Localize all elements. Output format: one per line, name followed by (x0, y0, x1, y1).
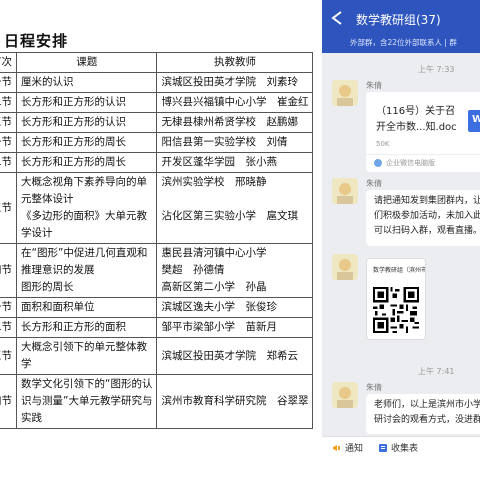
period-cell: 四节 (0, 374, 17, 429)
file-name: （116号）关于召 开全市数...知.doc (376, 106, 457, 133)
qr-code (373, 287, 419, 333)
table-row: 一节厘米的认识滨城区投田英才学院 刘素玲 (0, 72, 314, 93)
file-message[interactable]: （116号）关于召 开全市数...知.doc 50K W 企业微信电脑版 (366, 92, 480, 172)
topic-cell: 长方形和正方形的认识 (15, 92, 158, 113)
schedule-title: 日程安排 (4, 32, 69, 50)
chat-bottom-bar: 通知 收集表 (322, 436, 480, 480)
table-row: 一节面积和面积单位滨城区逸夫小学 张俊珍 (0, 297, 314, 318)
table-row: 二节长方形和正方形的周长开发区蓬华学园 张小燕 (0, 152, 314, 173)
chat-window: 数学教研组(37) 外部群，含22位外部联系人 | 群 上午 7:33 朱倩 （… (322, 0, 480, 480)
teacher-cell: 邹平市梁邹小学 苗新月 (156, 317, 314, 338)
period-cell: 三节 (0, 172, 17, 244)
schedule-table: 节次 课题 执教教师 一节厘米的认识滨城区投田英才学院 刘素玲二节长方形和正方形… (0, 52, 314, 429)
teacher-cell: 阳信县第一实验学校 刘倩 (156, 132, 314, 153)
teacher-cell: 滨城区投田英才学院 郑希云 (156, 337, 314, 375)
avatar[interactable] (332, 80, 358, 106)
file-size: 50K (376, 140, 390, 148)
period-cell: 二节 (0, 152, 17, 173)
topic-cell: 长方形和正方形的周长 (15, 152, 158, 173)
teacher-cell: 滨州市教育科学研究院 谷翠翠 (156, 374, 314, 429)
timestamp: 上午 7:41 (418, 367, 455, 376)
teacher-cell: 滨城区逸夫小学 张俊珍 (156, 297, 314, 318)
topic-cell: 大概念引领下的单元整体教学 (15, 337, 158, 375)
period-cell: 三节 (0, 112, 17, 133)
header-topic: 课题 (15, 52, 158, 73)
teacher-cell: 惠民县清河镇中心小学 樊超 孙德倩 高新区第二小学 孙晶 (156, 243, 314, 298)
teacher-cell: 滨州实验学校 邢晓静 沾化区第三实验小学 扈文琪 (156, 172, 314, 244)
wecom-icon (374, 159, 382, 167)
topic-cell: 面积和面积单位 (15, 297, 158, 318)
back-arrow-icon[interactable] (330, 10, 344, 26)
schedule-header-row: 节次 课题 执教教师 (0, 52, 314, 73)
topic-cell: 长方形和正方形的面积 (15, 317, 158, 338)
avatar[interactable] (332, 178, 358, 204)
qrcode-image-message[interactable]: 数学教研组（滨州市小学数学研训群） (366, 258, 426, 340)
sender-name: 朱倩 (366, 179, 382, 188)
teacher-cell: 滨城区投田英才学院 刘素玲 (156, 72, 314, 93)
chat-title[interactable]: 数学教研组(37) (356, 11, 441, 28)
header-teacher: 执教教师 (156, 52, 314, 73)
period-cell: 三节 (0, 337, 17, 375)
table-row: 四节数学文化引领下的“图形的认识与测量”大单元教学研究与实践滨州市教育科学研究院… (0, 374, 314, 429)
period-cell: 二节 (0, 92, 17, 113)
megaphone-icon (333, 445, 340, 451)
teacher-cell: 开发区蓬华学园 张小燕 (156, 152, 314, 173)
teacher-cell: 博兴县兴福镇中心小学 崔金红 (156, 92, 314, 113)
period-cell: 四节 (0, 243, 17, 298)
topic-cell: 厘米的认识 (15, 72, 158, 93)
chat-header: 数学教研组(37) 外部群，含22位外部联系人 | 群 (322, 0, 480, 53)
period-cell: 二节 (0, 317, 17, 338)
sender-name: 朱倩 (366, 81, 382, 90)
chat-subtitle[interactable]: 外部群，含22位外部联系人 | 群 (350, 37, 457, 48)
period-cell: 一节 (0, 72, 17, 93)
teacher-cell: 无棣县棣州希贤学校 赵鹏娜 (156, 112, 314, 133)
timestamp: 上午 7:33 (418, 65, 455, 74)
notice-button[interactable]: 通知 (332, 441, 363, 454)
topic-cell: 长方形和正方形的周长 (15, 132, 158, 153)
text-message[interactable]: 老师们，以上是滨州市小学 研讨会的观看方式，没进群 (366, 394, 480, 434)
word-doc-icon: W (468, 110, 480, 132)
schedule-document: 日程安排 节次 课题 执教教师 一节厘米的认识滨城区投田英才学院 刘素玲二节长方… (0, 0, 322, 480)
table-row: 四节在“图形”中促进几何直观和推理意识的发展图形的周长惠民县清河镇中心小学樊超 … (0, 243, 314, 298)
period-cell: 一节 (0, 297, 17, 318)
table-row: 一节长方形和正方形的周长阳信县第一实验学校 刘倩 (0, 132, 314, 153)
table-row: 三节大概念引领下的单元整体教学滨城区投田英才学院 郑希云 (0, 337, 314, 375)
topic-cell: 大概念视角下素养导向的单 元整体设计 《多边形的面积》大单元教 学设计 (15, 172, 158, 244)
collect-form-button[interactable]: 收集表 (378, 441, 418, 454)
header-period: 节次 (0, 52, 17, 73)
table-row: 三节长方形和正方形的认识无棣县棣州希贤学校 赵鹏娜 (0, 112, 314, 133)
qr-title: 数学教研组（滨州市小学数学研训群） (373, 267, 425, 274)
table-row: 二节长方形和正方形的认识博兴县兴福镇中心小学 崔金红 (0, 92, 314, 113)
period-cell: 一节 (0, 132, 17, 153)
topic-cell: 数学文化引领下的“图形的认 识与测量”大单元教学研究与 实践 (15, 374, 158, 429)
table-row: 二节长方形和正方形的面积邹平市梁邹小学 苗新月 (0, 317, 314, 338)
topic-cell: 在“图形”中促进几何直观和 推理意识的发展 图形的周长 (15, 243, 158, 298)
sender-name: 朱倩 (366, 383, 382, 392)
topic-cell: 长方形和正方形的认识 (15, 112, 158, 133)
text-message[interactable]: 请把通知发到集团群内，让 们积极参加活动，未加入此 可以扫码入群，观看直播。 (366, 190, 480, 246)
avatar[interactable] (332, 382, 358, 408)
avatar[interactable] (332, 254, 358, 280)
table-row: 三节大概念视角下素养导向的单元整体设计《多边形的面积》大单元教学设计滨州实验学校… (0, 172, 314, 244)
file-source: 企业微信电脑版 (366, 154, 480, 171)
form-icon (379, 444, 387, 452)
